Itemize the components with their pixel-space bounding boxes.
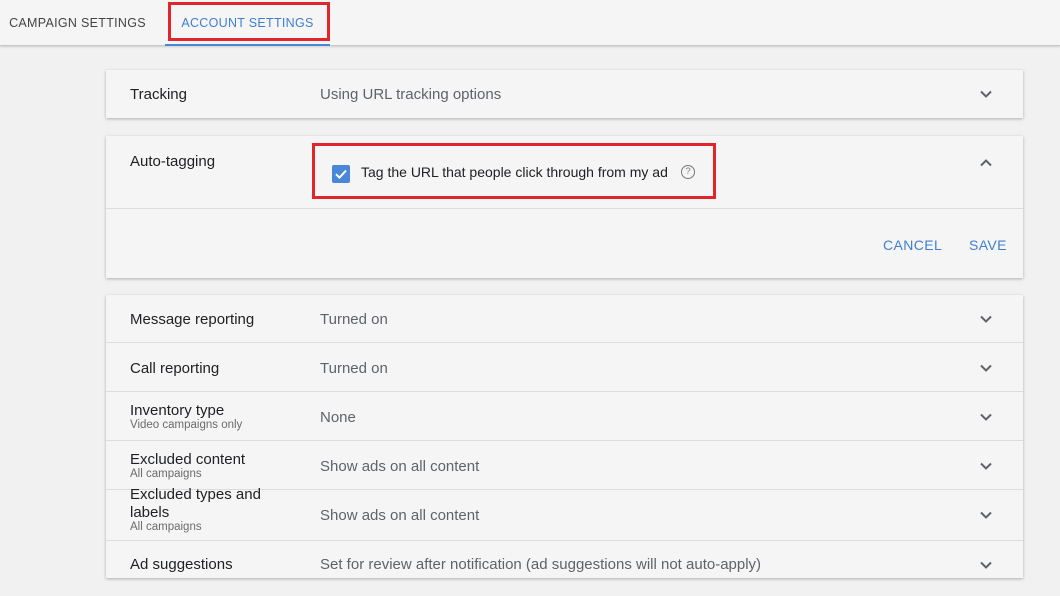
auto-tagging-checkbox-label[interactable]: Tag the URL that people click through fr… [361,164,668,180]
setting-value: Turned on [320,311,388,328]
auto-tagging-checkbox[interactable] [332,165,350,183]
active-tab-indicator [165,44,330,46]
settings-row-excluded-content[interactable]: Excluded content All campaigns Show ads … [106,441,1023,490]
setting-sublabel: All campaigns [130,521,202,533]
auto-tagging-actions: CANCEL SAVE [106,209,1023,278]
setting-value: Set for review after notification (ad su… [320,556,762,573]
tracking-row[interactable]: Tracking Using URL tracking options [106,70,1023,118]
chevron-down-icon[interactable] [978,557,994,573]
tracking-label: Tracking [130,86,187,103]
auto-tagging-row: Auto-tagging Tag the URL that people cli… [106,136,1023,209]
tab-account-settings[interactable]: ACCOUNT SETTINGS [165,0,330,46]
tracking-card: Tracking Using URL tracking options [106,70,1023,118]
settings-row-excluded-types[interactable]: Excluded types and labels All campaigns … [106,486,1023,541]
chevron-up-icon[interactable] [978,155,994,171]
chevron-down-icon[interactable] [978,86,994,102]
tracking-value: Using URL tracking options [320,86,502,103]
setting-value: Show ads on all content [320,458,480,475]
chevron-down-icon[interactable] [978,458,994,474]
setting-label: Excluded content [130,451,246,468]
chevron-down-icon[interactable] [978,311,994,327]
setting-sublabel: All campaigns [130,468,202,480]
setting-value: None [320,409,356,426]
setting-value: Show ads on all content [320,507,480,524]
setting-label: Call reporting [130,360,220,377]
save-button[interactable]: SAVE [969,237,1007,253]
cancel-button[interactable]: CANCEL [883,237,942,253]
settings-row-call-reporting[interactable]: Call reporting Turned on [106,343,1023,392]
settings-row-ad-suggestions[interactable]: Ad suggestions Set for review after noti… [106,541,1023,578]
setting-label: Ad suggestions [130,556,233,573]
setting-label: Inventory type [130,402,225,419]
settings-row-inventory-type[interactable]: Inventory type Video campaigns only None [106,392,1023,441]
tab-campaign-settings[interactable]: CAMPAIGN SETTINGS [0,0,155,46]
setting-value: Turned on [320,360,388,377]
setting-label: Excluded types and labels [130,486,261,521]
chevron-down-icon[interactable] [978,360,994,376]
auto-tagging-card: Auto-tagging Tag the URL that people cli… [106,136,1023,278]
help-circle-icon[interactable]: ? [681,165,695,179]
check-icon [335,169,347,180]
tab-bar: CAMPAIGN SETTINGS ACCOUNT SETTINGS [0,0,1060,46]
chevron-down-icon[interactable] [978,409,994,425]
setting-label: Message reporting [130,311,255,328]
settings-row-message-reporting[interactable]: Message reporting Turned on [106,295,1023,343]
settings-list-card: Message reporting Turned on Call reporti… [106,295,1023,578]
chevron-down-icon[interactable] [978,507,994,523]
auto-tagging-label: Auto-tagging [130,153,216,170]
tab-account-settings-label: ACCOUNT SETTINGS [181,16,314,30]
setting-sublabel: Video campaigns only [130,419,243,431]
